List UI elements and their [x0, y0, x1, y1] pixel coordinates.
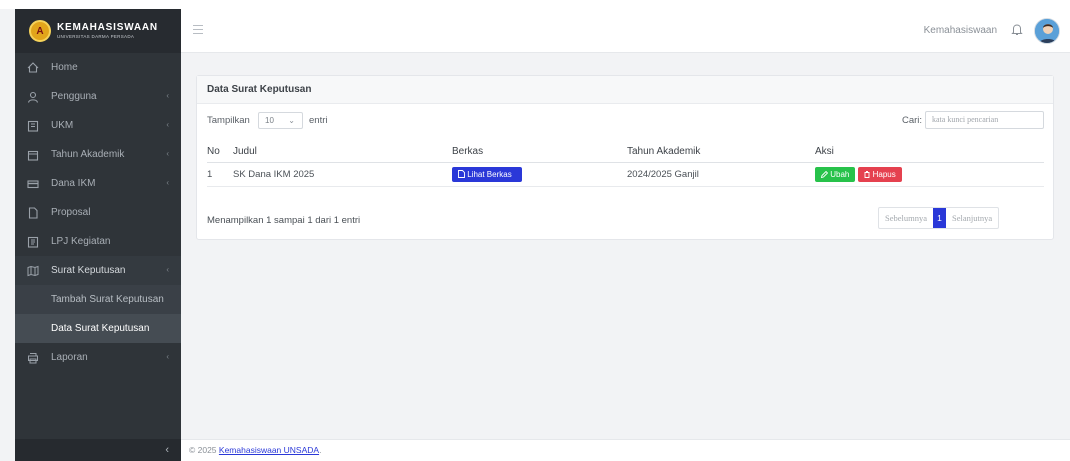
edit-label: Ubah: [830, 169, 850, 179]
sidebar-item-label: UKM: [51, 120, 74, 131]
chevron-left-icon: ‹: [166, 265, 169, 274]
sidebar-subitem-label: Tambah Surat Keputusan: [51, 294, 164, 305]
table-row: 1 SK Dana IKM 2025 Lihat Berkas 2024/202…: [207, 162, 1044, 187]
cell-tahun-akademik: 2024/2025 Ganjil: [627, 162, 815, 187]
sidebar-item-tahun-akademik[interactable]: Tahun Akademik ‹: [15, 140, 181, 169]
page-size-select[interactable]: 10 ⌄: [258, 112, 303, 129]
sidebar-item-label: Proposal: [51, 207, 91, 218]
sidebar-item-proposal[interactable]: Proposal: [15, 198, 181, 227]
sidebar: A KEMAHASISWAAN UNIVERSITAS DARMA PERSAD…: [15, 9, 181, 461]
column-header-aksi: Aksi: [815, 142, 1044, 163]
map-icon: [26, 264, 40, 278]
sidebar-item-laporan[interactable]: Laporan ‹: [15, 343, 181, 372]
card-title: Data Surat Keputusan: [197, 76, 1053, 104]
show-label: Tampilkan: [207, 115, 250, 126]
calendar-icon: [26, 148, 40, 162]
chevron-left-icon: ‹: [166, 178, 169, 187]
data-table: No Judul Berkas Tahun Akademik Aksi 1 SK…: [207, 142, 1044, 187]
chevron-left-icon: ‹: [166, 352, 169, 361]
bell-icon[interactable]: [1011, 23, 1023, 36]
prev-page-button[interactable]: Sebelumnya: [879, 208, 933, 228]
money-icon: [26, 177, 40, 191]
view-file-label: Lihat Berkas: [467, 169, 512, 179]
delete-button[interactable]: Hapus: [858, 166, 902, 182]
footer-copyright: © 2025: [189, 445, 219, 455]
report-icon: [26, 235, 40, 249]
sidebar-item-label: LPJ Kegiatan: [51, 236, 111, 247]
sidebar-subitem-data-surat-keputusan[interactable]: Data Surat Keputusan: [15, 314, 181, 343]
table-controls: Tampilkan 10 ⌄ entri Cari: kata kunci pe…: [197, 104, 1053, 134]
cell-berkas: Lihat Berkas: [452, 162, 627, 187]
logo-icon: A: [29, 20, 51, 42]
sidebar-subitem-tambah-surat-keputusan[interactable]: Tambah Surat Keputusan: [15, 285, 181, 314]
sidebar-item-lpj-kegiatan[interactable]: LPJ Kegiatan: [15, 227, 181, 256]
pagination: Sebelumnya 1 Selanjutnya: [878, 207, 1000, 229]
chevron-left-icon: ‹: [166, 120, 169, 129]
sidebar-item-label: Tahun Akademik: [51, 149, 125, 160]
avatar[interactable]: [1034, 18, 1060, 44]
view-file-button[interactable]: Lihat Berkas: [452, 166, 522, 182]
cell-judul: SK Dana IKM 2025: [233, 162, 452, 187]
sidebar-item-label: Dana IKM: [51, 178, 96, 189]
table-header-row: No Judul Berkas Tahun Akademik Aksi: [207, 142, 1044, 163]
page-size-value: 10: [265, 116, 274, 125]
cell-no: 1: [207, 162, 233, 187]
home-icon: [26, 61, 40, 75]
brand-subtitle: UNIVERSITAS DARMA PERSADA: [57, 33, 135, 39]
delete-label: Hapus: [872, 169, 896, 179]
sidebar-subitem-label: Data Surat Keputusan: [51, 323, 150, 334]
chevron-left-icon: ‹: [166, 149, 169, 158]
data-card: Data Surat Keputusan Tampilkan 10 ⌄ entr…: [196, 75, 1054, 240]
hamburger-icon[interactable]: [193, 25, 203, 34]
sidebar-item-pengguna[interactable]: Pengguna ‹: [15, 82, 181, 111]
sidebar-item-ukm[interactable]: UKM ‹: [15, 111, 181, 140]
column-header-berkas[interactable]: Berkas: [452, 142, 627, 163]
search-input[interactable]: kata kunci pencarian: [925, 111, 1044, 129]
column-header-no[interactable]: No: [207, 142, 233, 163]
edit-button[interactable]: Ubah: [815, 166, 856, 182]
top-header: Kemahasiswaan: [181, 9, 1070, 53]
footer-link[interactable]: Kemahasiswaan UNSADA: [219, 445, 319, 455]
cell-aksi: Ubah Hapus: [815, 162, 1044, 187]
sidebar-item-label: Laporan: [51, 352, 88, 363]
file-icon: [26, 206, 40, 220]
user-name[interactable]: Kemahasiswaan: [924, 25, 997, 36]
column-header-tahun-akademik[interactable]: Tahun Akademik: [627, 142, 815, 163]
sidebar-item-label: Pengguna: [51, 91, 97, 102]
building-icon: [26, 119, 40, 133]
page-1-button[interactable]: 1: [933, 208, 947, 228]
next-page-button[interactable]: Selanjutnya: [946, 208, 998, 228]
footer-suffix: .: [319, 445, 322, 455]
sidebar-item-home[interactable]: Home: [15, 53, 181, 82]
printer-icon: [26, 351, 40, 365]
chevron-left-icon: ‹: [165, 444, 169, 456]
sidebar-item-dana-ikm[interactable]: Dana IKM ‹: [15, 169, 181, 198]
top-strip: [0, 0, 1070, 9]
sidebar-collapse-button[interactable]: ‹: [15, 439, 181, 461]
sidebar-item-surat-keputusan[interactable]: Surat Keputusan ‹: [15, 256, 181, 285]
chevron-left-icon: ‹: [166, 91, 169, 100]
user-icon: [26, 90, 40, 104]
chevron-down-icon: ⌄: [288, 116, 295, 125]
brand[interactable]: A KEMAHASISWAAN UNIVERSITAS DARMA PERSAD…: [15, 9, 181, 53]
footer: © 2025 Kemahasiswaan UNSADA.: [181, 439, 1070, 461]
column-header-judul[interactable]: Judul: [233, 142, 452, 163]
table-info: Menampilkan 1 sampai 1 dari 1 entri: [207, 215, 361, 226]
search-label: Cari:: [902, 115, 923, 126]
sidebar-item-label: Home: [51, 62, 78, 73]
entries-label: entri: [309, 115, 328, 126]
brand-title: KEMAHASISWAAN: [57, 21, 158, 33]
sidebar-item-label: Surat Keputusan: [51, 265, 126, 276]
